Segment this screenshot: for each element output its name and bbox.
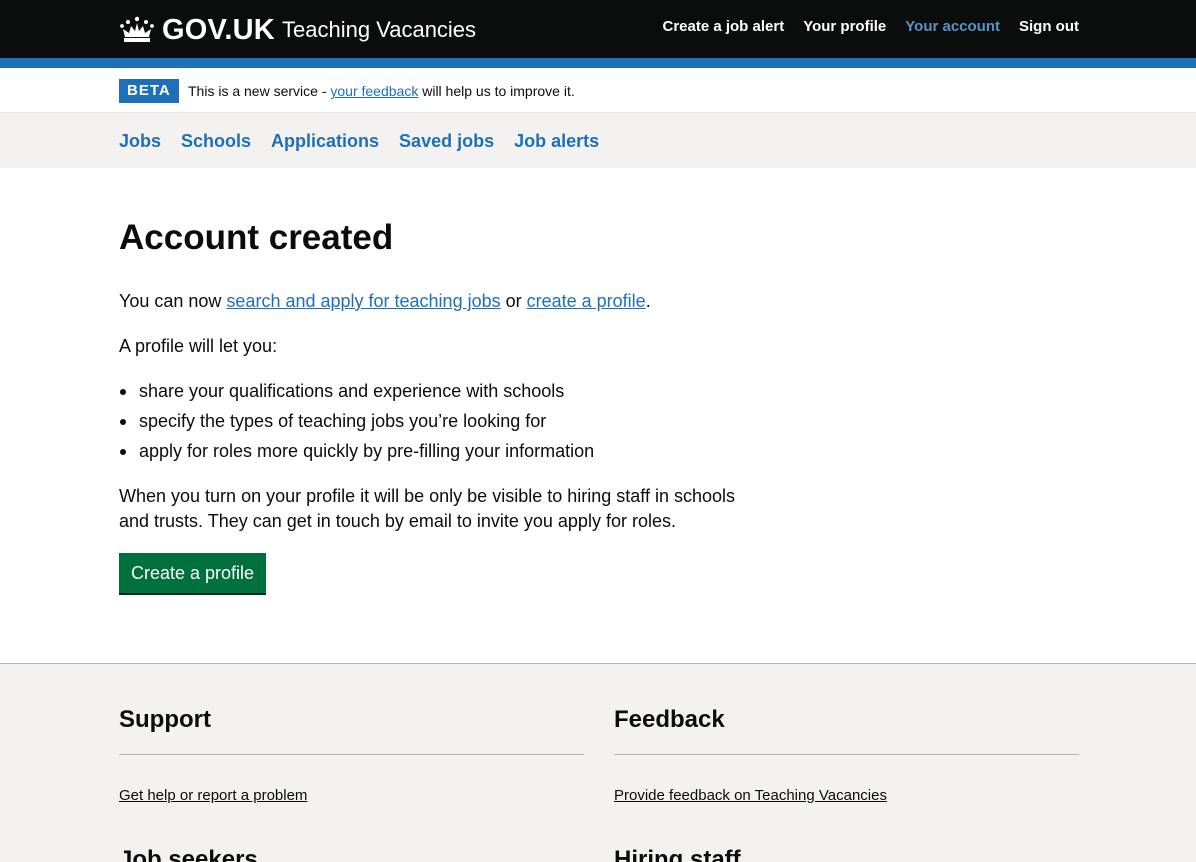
visibility-paragraph: When you turn on your profile it will be…	[119, 486, 735, 531]
nav-sign-out[interactable]: Sign out	[1019, 17, 1079, 37]
footer-feedback-heading: Feedback	[614, 706, 725, 733]
subnav-applications[interactable]: Applications	[271, 130, 379, 152]
intro-text-2: or	[500, 291, 527, 311]
nav-your-account[interactable]: Your account	[905, 17, 1000, 37]
site-header: GOV.UK Teaching Vacancies Create a job a…	[0, 0, 1196, 58]
footer-support-heading: Support	[119, 706, 211, 733]
subnav-jobs[interactable]: Jobs	[119, 130, 161, 152]
subnav-schools[interactable]: Schools	[181, 130, 251, 152]
nav-create-job-alert[interactable]: Create a job alert	[662, 17, 784, 37]
feedback-link[interactable]: your feedback	[330, 83, 418, 99]
footer-divider	[614, 754, 1079, 755]
list-item: share your qualifications and experience…	[119, 379, 594, 403]
beta-tag: BETA	[119, 79, 179, 103]
crown-icon	[120, 16, 154, 42]
list-item: specify the types of teaching jobs you’r…	[119, 409, 594, 433]
footer-hiring-staff-heading: Hiring staff	[614, 846, 741, 862]
footer-divider	[119, 754, 584, 755]
create-profile-link[interactable]: create a profile	[527, 291, 646, 311]
subnav-job-alerts[interactable]: Job alerts	[514, 130, 599, 152]
intro-paragraph: You can now search and apply for teachin…	[119, 289, 651, 313]
header-blue-stripe	[0, 58, 1196, 68]
search-jobs-link[interactable]: search and apply for teaching jobs	[226, 291, 500, 311]
govuk-logo-text: GOV.UK	[162, 13, 275, 46]
subnav-saved-jobs[interactable]: Saved jobs	[399, 130, 494, 152]
page-title: Account created	[119, 218, 394, 257]
profile-lead-text: A profile will let you:	[119, 336, 278, 356]
header-nav: Create a job alert Your profile Your acc…	[662, 17, 1079, 37]
beta-text: This is a new service - your feedback wi…	[188, 82, 575, 100]
create-profile-button[interactable]: Create a profile	[119, 553, 267, 593]
nav-your-profile[interactable]: Your profile	[803, 17, 886, 37]
footer-job-seekers-heading: Job seekers	[119, 846, 258, 862]
intro-text-3: .	[645, 291, 651, 311]
profile-benefits-list: share your qualifications and experience…	[119, 379, 594, 469]
get-help-link[interactable]: Get help or report a problem	[119, 786, 307, 806]
sub-navigation: Jobs Schools Applications Saved jobs Job…	[0, 113, 1196, 168]
beta-banner: BETA This is a new service - your feedba…	[0, 68, 1196, 113]
list-item: apply for roles more quickly by pre-fill…	[119, 439, 594, 463]
beta-text-before: This is a new service -	[188, 83, 331, 99]
govuk-logo-link[interactable]: GOV.UK	[119, 10, 275, 50]
service-name-link[interactable]: Teaching Vacancies	[282, 16, 476, 44]
beta-text-after: will help us to improve it.	[418, 83, 575, 99]
intro-text-1: You can now	[119, 291, 227, 311]
provide-feedback-link[interactable]: Provide feedback on Teaching Vacancies	[614, 786, 887, 806]
site-footer: Support Get help or report a problem Job…	[0, 663, 1196, 862]
